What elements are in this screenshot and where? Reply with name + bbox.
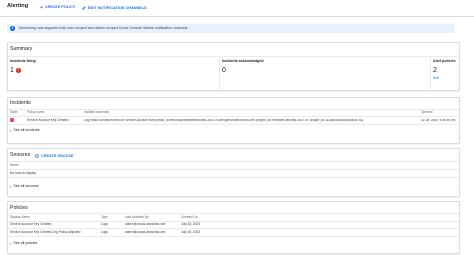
info-banner: i Monitoring now supports both user scop… xyxy=(7,24,455,33)
banner-text: Monitoring now supports both user scoped… xyxy=(19,25,188,30)
see-all-incidents-link[interactable]: › See all incidents xyxy=(10,129,40,133)
create-snooze-label: CREATE SNOOZE xyxy=(41,153,74,158)
divider xyxy=(7,116,459,117)
policy-modified-by: admin@cosas.ahostnat.com xyxy=(125,230,166,234)
policy-name-link[interactable]: Service Account Key Created xyxy=(10,222,51,226)
alert-policies-label: Alert policies xyxy=(433,59,456,63)
divider xyxy=(7,161,459,162)
info-icon: i xyxy=(10,26,15,31)
empty-message: No rows to display xyxy=(10,171,37,175)
divider xyxy=(7,108,459,110)
policy-created-on: July 28, 2023 xyxy=(181,230,200,234)
column-header-last-modified-by[interactable]: Last Modified By xyxy=(125,215,149,219)
edit-channels-label: EDIT NOTIFICATION CHANNELS xyxy=(88,5,147,10)
divider xyxy=(430,57,431,89)
chevron-right-icon: › xyxy=(10,184,12,189)
create-snooze-button[interactable]: CREATE SNOOZE xyxy=(35,153,74,160)
divider xyxy=(7,56,459,57)
column-header-display-name[interactable]: Display Name xyxy=(10,215,30,219)
summary-card xyxy=(7,42,460,91)
column-header-created-on[interactable]: Created On xyxy=(181,215,197,219)
policy-type: Logs xyxy=(101,222,108,226)
divider xyxy=(7,236,459,237)
incidents-firing-value: 1 xyxy=(10,67,14,74)
create-policy-button[interactable]: + CREATE POLICY xyxy=(40,4,76,11)
see-all-snoozes-label: See all snoozes xyxy=(13,184,39,189)
divider xyxy=(7,124,459,125)
pencil-icon xyxy=(82,5,86,12)
policy-modified-by: admin@cosas.ahostnat.com xyxy=(125,222,166,226)
divider xyxy=(7,177,459,178)
divider xyxy=(219,57,220,89)
divider xyxy=(7,228,459,229)
divider xyxy=(7,169,459,170)
snooze-icon xyxy=(35,153,39,160)
incident-policy-link[interactable]: Service Account Key Created xyxy=(27,118,68,122)
incidents-title: Incidents xyxy=(10,100,31,106)
see-all-incidents-label: See all incidents xyxy=(13,128,40,133)
divider xyxy=(7,220,459,222)
page-title: Alerting xyxy=(7,3,29,9)
snoozes-card xyxy=(7,148,460,197)
see-all-snoozes-link[interactable]: › See all snoozes xyxy=(10,185,39,189)
error-icon: ! xyxy=(10,117,14,122)
chevron-right-icon: › xyxy=(10,241,12,246)
alert-policies-value: 2 xyxy=(433,67,437,74)
column-header-name[interactable]: Name xyxy=(10,163,19,167)
policy-created-on: July 28, 2023 xyxy=(181,222,200,226)
column-header-type[interactable]: Type xyxy=(101,215,108,219)
edit-notification-channels-button[interactable]: EDIT NOTIFICATION CHANNELS xyxy=(82,6,147,12)
plus-icon: + xyxy=(40,4,43,11)
column-header-state[interactable]: State xyxy=(10,110,17,114)
incident-opened: Jul 28, 2023, 5:30:48 PM xyxy=(421,117,456,122)
incidents-acknowledged-value: 0 xyxy=(222,67,226,74)
incidents-acknowledged-label: Incidents acknowledged xyxy=(222,59,264,63)
divider xyxy=(7,213,459,214)
column-header-policy-name[interactable]: Policy name xyxy=(27,110,44,114)
edit-policies-link[interactable]: Edit xyxy=(433,76,439,81)
snoozes-title: Snoozes xyxy=(10,152,31,158)
incident-summary-link[interactable]: Log match condition fired for Service Ac… xyxy=(84,119,414,122)
create-policy-label: CREATE POLICY xyxy=(44,5,76,10)
summary-title: Summary xyxy=(10,46,33,52)
chevron-right-icon: › xyxy=(10,128,12,133)
policies-title: Policies xyxy=(10,205,28,211)
policy-type: Logs xyxy=(101,230,108,234)
column-header-incident-summary[interactable]: Incident summary xyxy=(84,110,109,114)
see-all-policies-link[interactable]: › See all policies xyxy=(10,242,37,246)
incidents-firing-label: Incidents firing xyxy=(10,59,36,63)
policy-name-link[interactable]: Service Account Key Created-Org Policy A… xyxy=(10,230,80,234)
column-header-opened[interactable]: Opened xyxy=(421,110,432,114)
error-icon: ! xyxy=(16,68,21,73)
see-all-policies-label: See all policies xyxy=(13,241,38,246)
